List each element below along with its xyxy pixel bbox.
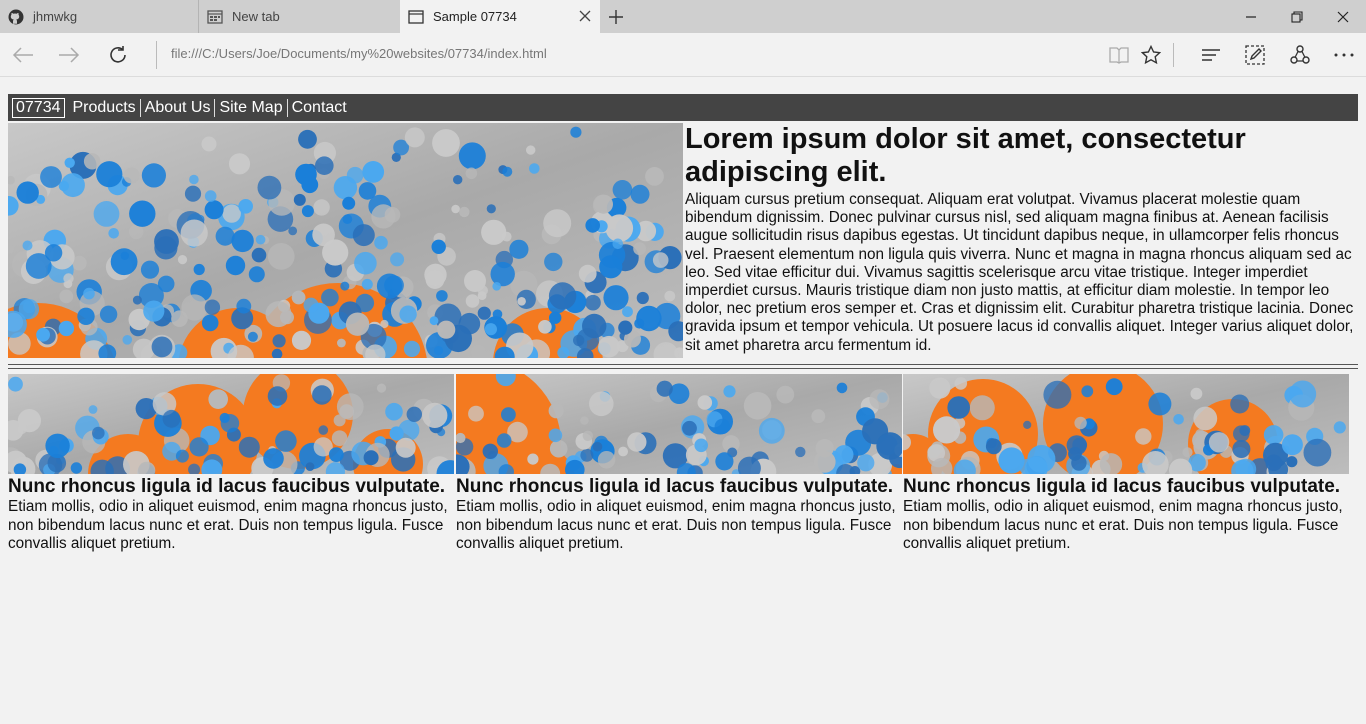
favorite-button[interactable] xyxy=(1136,41,1166,69)
tab-title: Sample 07734 xyxy=(433,9,517,24)
page-icon xyxy=(408,9,424,24)
address-bar[interactable]: file:///C:/Users/Joe/Documents/my%20webs… xyxy=(171,46,1071,61)
feature-card: Nunc rhoncus ligula id lacus faucibus vu… xyxy=(456,374,902,554)
more-button[interactable] xyxy=(1329,41,1359,69)
browser-toolbar: file:///C:/Users/Joe/Documents/my%20webs… xyxy=(0,33,1366,77)
restore-button[interactable] xyxy=(1274,0,1320,33)
star-icon xyxy=(1141,45,1161,65)
back-button[interactable] xyxy=(8,41,38,69)
github-icon xyxy=(8,9,24,24)
forward-button[interactable] xyxy=(54,41,84,69)
feature-card: Nunc rhoncus ligula id lacus faucibus vu… xyxy=(903,374,1349,554)
refresh-button[interactable] xyxy=(103,41,133,69)
card-image xyxy=(456,374,902,474)
web-page: 07734 Products About Us Site Map Contact… xyxy=(0,78,1366,724)
share-icon xyxy=(1290,45,1310,64)
restore-icon xyxy=(1291,10,1303,23)
book-icon xyxy=(1109,47,1129,64)
divider xyxy=(8,364,1358,365)
minimize-icon xyxy=(1246,15,1256,18)
minimize-button[interactable] xyxy=(1228,0,1274,33)
card-heading: Nunc rhoncus ligula id lacus faucibus vu… xyxy=(903,476,1341,497)
tab-title: jhmwkg xyxy=(33,9,78,24)
arrow-right-icon xyxy=(59,47,80,63)
close-icon[interactable] xyxy=(578,9,592,23)
divider xyxy=(1173,43,1174,67)
card-heading: Nunc rhoncus ligula id lacus faucibus vu… xyxy=(8,476,446,497)
new-tab-icon[interactable] xyxy=(604,6,628,28)
reading-view-button[interactable] xyxy=(1104,41,1134,69)
card-image xyxy=(8,374,454,474)
pen-note-icon xyxy=(1245,45,1265,65)
tab-jhmwkg[interactable]: jhmwkg xyxy=(0,0,199,33)
close-icon xyxy=(1337,11,1349,22)
feature-card: Nunc rhoncus ligula id lacus faucibus vu… xyxy=(8,374,454,554)
nav-link-products[interactable]: Products xyxy=(69,99,140,117)
share-button[interactable] xyxy=(1285,41,1315,69)
hub-button[interactable] xyxy=(1196,41,1226,69)
hero-image xyxy=(8,123,683,358)
hub-icon xyxy=(1202,49,1220,61)
tab-title: New tab xyxy=(232,9,280,24)
nav-link-site-map[interactable]: Site Map xyxy=(214,98,286,117)
card-paragraph: Etiam mollis, odio in aliquet euismod, e… xyxy=(8,498,448,552)
nav-link-contact[interactable]: Contact xyxy=(286,98,351,117)
card-paragraph: Etiam mollis, odio in aliquet euismod, e… xyxy=(456,498,896,552)
hero-heading: Lorem ipsum dolor sit amet, consectetur … xyxy=(685,123,1246,188)
hero-section: Lorem ipsum dolor sit amet, consectetur … xyxy=(685,123,1355,355)
divider xyxy=(156,41,157,69)
new-tab-page-icon xyxy=(207,9,223,24)
arrow-left-icon xyxy=(12,47,33,63)
card-heading: Nunc rhoncus ligula id lacus faucibus vu… xyxy=(456,476,894,497)
card-image xyxy=(903,374,1349,474)
card-paragraph: Etiam mollis, odio in aliquet euismod, e… xyxy=(903,498,1343,552)
more-icon xyxy=(1334,53,1354,57)
web-note-button[interactable] xyxy=(1240,41,1270,69)
refresh-icon xyxy=(110,46,126,63)
hero-paragraph: Aliquam cursus pretium consequat. Aliqua… xyxy=(685,191,1354,354)
tab-new-tab[interactable]: New tab xyxy=(199,0,400,33)
site-brand-link[interactable]: 07734 xyxy=(12,97,65,118)
close-window-button[interactable] xyxy=(1320,0,1366,33)
tab-bar: jhmwkg New tab Sample 07734 xyxy=(0,0,1366,33)
site-navigation: 07734 Products About Us Site Map Contact xyxy=(8,94,1358,121)
divider xyxy=(8,368,1358,369)
tab-sample-07734[interactable]: Sample 07734 xyxy=(400,0,600,33)
nav-link-about-us[interactable]: About Us xyxy=(139,98,215,117)
